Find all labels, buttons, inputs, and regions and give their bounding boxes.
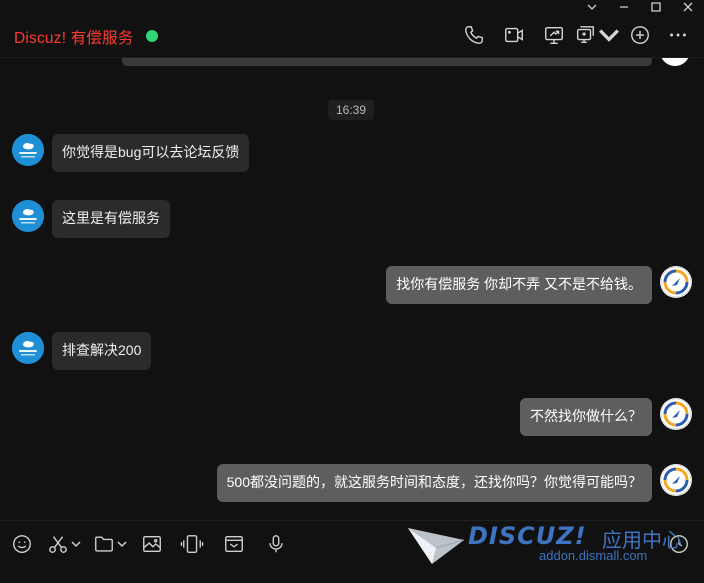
contact-avatar[interactable] xyxy=(12,332,44,364)
chevron-down-icon xyxy=(117,541,127,548)
video-call-button[interactable] xyxy=(494,22,534,48)
message-bubble-incoming[interactable]: 你觉得是bug可以去论坛反馈 xyxy=(52,134,250,172)
input-toolbar xyxy=(0,520,704,583)
contact-avatar[interactable] xyxy=(12,200,44,232)
add-member-button[interactable] xyxy=(620,22,660,48)
toolbar-actions xyxy=(6,529,300,559)
voice-message-button[interactable] xyxy=(258,529,294,559)
screen-share-button[interactable] xyxy=(534,22,574,48)
message-bubble-outgoing[interactable]: 不然找你做什么？ xyxy=(520,398,652,436)
add-member-icon xyxy=(631,26,649,44)
remote-assist-icon xyxy=(576,26,594,44)
video-call-icon xyxy=(505,27,523,43)
close-icon xyxy=(683,2,693,12)
user-avatar-logo-icon xyxy=(660,266,692,298)
previous-message-bubble xyxy=(122,58,652,66)
send-image-button[interactable] xyxy=(136,529,168,559)
header-actions xyxy=(454,22,696,48)
my-avatar[interactable] xyxy=(660,398,692,430)
mail-button[interactable] xyxy=(216,529,252,559)
contact-avatar[interactable] xyxy=(12,134,44,166)
discuz-logo-icon xyxy=(12,200,44,232)
window-controls xyxy=(576,0,704,14)
message-timestamp: 16:39 xyxy=(328,100,375,120)
screen-share-icon xyxy=(545,26,563,44)
minimize-icon xyxy=(620,6,628,8)
maximize-icon xyxy=(651,2,661,12)
remote-assist-button[interactable] xyxy=(574,22,620,48)
screenshot-button[interactable] xyxy=(44,529,84,559)
chevron-down-icon xyxy=(587,4,597,10)
screenshot-scissors-icon xyxy=(49,536,67,553)
message-bubble-outgoing[interactable]: 找你有偿服务 你却不弄 又不是不给钱。 xyxy=(386,266,652,304)
more-icon xyxy=(670,33,686,37)
close-button[interactable] xyxy=(672,0,704,14)
voice-call-button[interactable] xyxy=(454,22,494,48)
message-bubble-incoming[interactable]: 这里是有偿服务 xyxy=(52,200,170,238)
online-status-indicator xyxy=(146,30,158,42)
chat-header: Discuz! 有偿服务 xyxy=(0,14,704,58)
microphone-icon xyxy=(269,535,283,553)
shake-button[interactable] xyxy=(174,529,210,559)
discuz-logo-icon xyxy=(12,134,44,166)
chevron-down-icon xyxy=(71,541,81,548)
window-chevron-button[interactable] xyxy=(576,0,608,14)
message-list[interactable]: 16:39 你觉得是bug可以去论坛反馈 这里是有偿服务 找你有偿服务 你却不弄… xyxy=(0,58,704,520)
history-icon[interactable] xyxy=(668,533,690,555)
send-file-button[interactable] xyxy=(90,529,130,559)
maximize-button[interactable] xyxy=(640,0,672,14)
minimize-button[interactable] xyxy=(608,0,640,14)
envelope-icon xyxy=(225,535,243,553)
more-button[interactable] xyxy=(660,22,696,48)
discuz-logo-icon xyxy=(12,332,44,364)
emoji-icon xyxy=(13,535,31,553)
phone-icon xyxy=(465,26,483,44)
shake-icon xyxy=(180,535,204,553)
folder-icon xyxy=(95,536,113,552)
chevron-down-icon xyxy=(599,29,619,42)
message-bubble-outgoing[interactable]: 500都没问题的，就这服务时间和态度，还找你吗？你觉得可能吗？ xyxy=(216,464,652,502)
my-avatar[interactable] xyxy=(660,464,692,496)
my-avatar[interactable] xyxy=(660,266,692,298)
user-avatar-logo-icon xyxy=(660,398,692,430)
chat-title[interactable]: Discuz! 有偿服务 xyxy=(14,26,134,48)
previous-message-avatar xyxy=(660,58,690,66)
message-bubble-incoming[interactable]: 排查解决200 xyxy=(52,332,152,370)
user-avatar-logo-icon xyxy=(660,464,692,496)
emoji-button[interactable] xyxy=(6,529,38,559)
image-icon xyxy=(143,535,161,553)
